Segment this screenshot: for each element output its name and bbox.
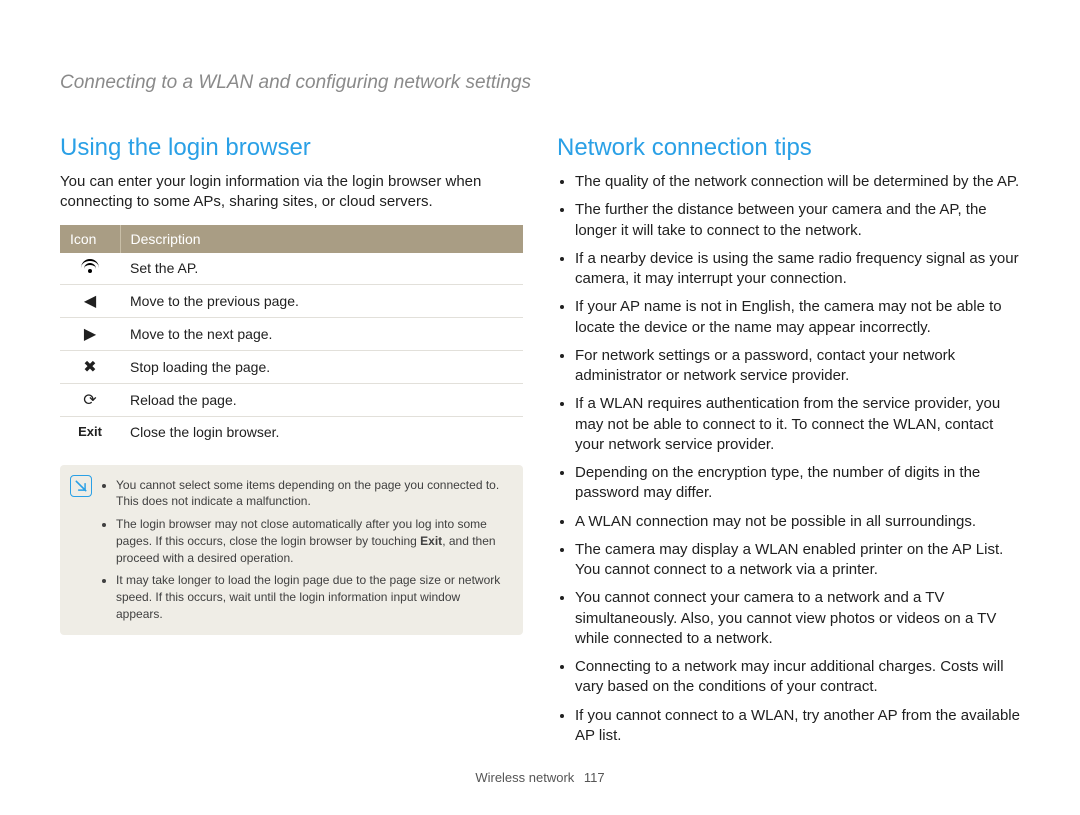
tip-item: The further the distance between your ca…	[575, 200, 1020, 241]
page-header: Connecting to a WLAN and configuring net…	[60, 72, 1020, 94]
tip-item: A WLAN connection may not be possible in…	[575, 512, 1020, 532]
note-item: It may take longer to load the login pag…	[116, 572, 509, 622]
tip-item: If you cannot connect to a WLAN, try ano…	[575, 706, 1020, 747]
right-column: Network connection tips The quality of t…	[557, 134, 1020, 754]
cross-icon: ✖	[60, 350, 120, 383]
table-row: ⟳ Reload the page.	[60, 383, 523, 416]
table-row: ◀ Move to the previous page.	[60, 284, 523, 317]
triangle-left-icon: ◀	[60, 284, 120, 317]
note-item: You cannot select some items depending o…	[116, 477, 509, 511]
tip-item: If your AP name is not in English, the c…	[575, 297, 1020, 338]
tip-item: The quality of the network connection wi…	[575, 172, 1020, 192]
table-header-description: Description	[120, 225, 523, 253]
note-icon	[70, 475, 92, 497]
footer-section: Wireless network	[475, 770, 574, 785]
page-footer: Wireless network 117	[0, 770, 1080, 785]
reload-icon: ⟳	[60, 383, 120, 416]
table-cell-description: Close the login browser.	[120, 416, 523, 447]
tip-item: If a nearby device is using the same rad…	[575, 249, 1020, 290]
tip-item: Depending on the encryption type, the nu…	[575, 463, 1020, 504]
footer-page-number: 117	[584, 770, 605, 785]
exit-text: Exit	[420, 534, 442, 548]
tip-item: The camera may display a WLAN enabled pr…	[575, 540, 1020, 581]
table-row: ✖ Stop loading the page.	[60, 350, 523, 383]
note-item: The login browser may not close automati…	[116, 516, 509, 566]
table-cell-description: Move to the next page.	[120, 317, 523, 350]
tip-item: Connecting to a network may incur additi…	[575, 657, 1020, 698]
table-cell-description: Move to the previous page.	[120, 284, 523, 317]
tip-item: You cannot connect your camera to a netw…	[575, 588, 1020, 649]
login-browser-intro: You can enter your login information via…	[60, 172, 523, 213]
table-cell-description: Reload the page.	[120, 383, 523, 416]
icon-table: Icon Description Set the AP. ◀ Move to t…	[60, 225, 523, 447]
tip-item: If a WLAN requires authentication from t…	[575, 394, 1020, 455]
table-row: Exit Close the login browser.	[60, 416, 523, 447]
table-cell-description: Set the AP.	[120, 253, 523, 285]
tips-list: The quality of the network connection wi…	[557, 172, 1020, 746]
table-cell-description: Stop loading the page.	[120, 350, 523, 383]
table-row: ▶ Move to the next page.	[60, 317, 523, 350]
table-row: Set the AP.	[60, 253, 523, 285]
exit-label: Exit	[60, 416, 120, 447]
left-column: Using the login browser You can enter yo…	[60, 134, 523, 754]
table-header-icon: Icon	[60, 225, 120, 253]
triangle-right-icon: ▶	[60, 317, 120, 350]
section-title-network-tips: Network connection tips	[557, 134, 1020, 162]
tip-item: For network settings or a password, cont…	[575, 346, 1020, 387]
wifi-icon	[60, 253, 120, 285]
section-title-login-browser: Using the login browser	[60, 134, 523, 162]
note-box: You cannot select some items depending o…	[60, 465, 523, 635]
